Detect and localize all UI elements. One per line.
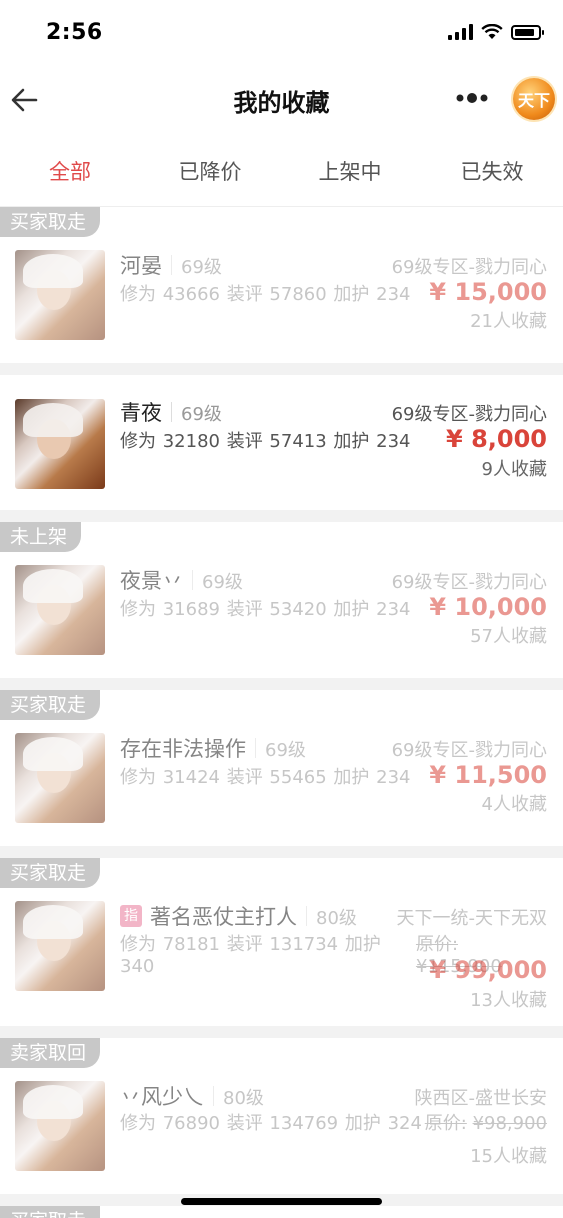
item-stats-row: 修为 76890 装评 134769 加护 324 原价: ¥98,900 <box>120 1109 547 1135</box>
character-avatar <box>15 1081 105 1171</box>
item-title-row: 青夜 69级 69级专区-戮力同心 <box>120 397 547 427</box>
item-title-row: 河晏 69级 69级专区-戮力同心 <box>120 250 547 280</box>
item-stats-row: 修为 31424 装评 55465 加护 234 ¥ 11,500 <box>120 761 547 789</box>
list-item[interactable]: 青夜 69级 69级专区-戮力同心 修为 32180 装评 57413 加护 2… <box>0 375 563 510</box>
status-badge: 未上架 <box>0 522 82 552</box>
price: ¥ 10,000 <box>429 593 547 621</box>
more-menu-icon[interactable] <box>452 84 492 112</box>
price: ¥ 15,000 <box>429 278 547 306</box>
character-avatar <box>15 901 105 991</box>
divider <box>255 738 256 758</box>
character-avatar <box>15 733 105 823</box>
favorite-count: 13人收藏 <box>470 990 547 1011</box>
favorite-count: 9人收藏 <box>481 459 547 480</box>
character-stats: 修为 31689 装评 53420 加护 234 <box>120 599 411 620</box>
character-stats: 修为 32180 装评 57413 加护 234 <box>120 431 411 452</box>
character-avatar <box>15 565 105 655</box>
designated-tag: 指 <box>120 905 142 927</box>
original-price: 原价: ¥98,900 <box>425 1109 547 1135</box>
character-level: 80级 <box>223 1088 264 1109</box>
tab-price-reduced[interactable]: 已降价 <box>150 156 270 186</box>
favorites-list: 买家取走 河晏 69级 69级专区-戮力同心 修为 43666 装评 57860… <box>0 207 563 1218</box>
favorite-count: 21人收藏 <box>470 311 547 332</box>
original-price-label: 原价: <box>424 1113 467 1134</box>
server-name: 69级专区-戮力同心 <box>391 404 547 425</box>
character-name: 青夜 <box>120 401 162 425</box>
item-title-row: 指 著名恶仗主打人 80级 天下一统-天下无双 <box>120 901 547 931</box>
character-name: 著名恶仗主打人 <box>150 905 297 929</box>
divider <box>306 906 307 926</box>
price: ¥ 11,500 <box>429 761 547 789</box>
tab-on-sale[interactable]: 上架中 <box>290 156 410 186</box>
status-badge: 卖家取回 <box>0 1038 101 1068</box>
list-item[interactable]: 买家取走 <box>0 1206 563 1218</box>
app-logo[interactable]: 天下 <box>513 78 555 120</box>
item-fav-row: 57人收藏 <box>120 622 547 648</box>
server-name: 69级专区-戮力同心 <box>391 740 547 761</box>
server-name: 69级专区-戮力同心 <box>391 572 547 593</box>
list-item[interactable]: 卖家取回 丷风少乀 80级 陕西区-盛世长安 修为 76890 装评 13476… <box>0 1038 563 1194</box>
status-badge: 买家取走 <box>0 1206 101 1218</box>
character-name: 存在非法操作 <box>120 737 246 761</box>
item-fav-row: 21人收藏 <box>120 307 547 333</box>
item-stats-row: 修为 31689 装评 53420 加护 234 ¥ 10,000 <box>120 593 547 621</box>
character-avatar <box>15 250 105 340</box>
price: ¥ 99,000 <box>429 956 547 984</box>
item-fav-row: 13人收藏 <box>120 986 547 1012</box>
character-level: 69级 <box>202 572 243 593</box>
list-item[interactable]: 未上架 夜景丷 69级 69级专区-戮力同心 修为 31689 装评 53420… <box>0 522 563 678</box>
favorite-count: 4人收藏 <box>481 794 547 815</box>
favorite-count: 15人收藏 <box>470 1146 547 1167</box>
list-item[interactable]: 买家取走 河晏 69级 69级专区-戮力同心 修为 43666 装评 57860… <box>0 207 563 363</box>
divider <box>213 1086 214 1106</box>
tab-all[interactable]: 全部 <box>10 156 130 186</box>
item-stats-row: 修为 43666 装评 57860 加护 234 ¥ 15,000 <box>120 278 547 306</box>
character-name: 河晏 <box>120 254 162 278</box>
cellular-signal-icon <box>448 24 473 40</box>
character-level: 69级 <box>181 257 222 278</box>
nav-bar: 我的收藏 天下 <box>0 70 563 130</box>
character-name: 丷风少乀 <box>120 1085 204 1109</box>
item-title-row: 存在非法操作 69级 69级专区-戮力同心 <box>120 733 547 763</box>
character-level: 80级 <box>316 908 357 929</box>
item-fav-row: 15人收藏 <box>120 1142 547 1168</box>
original-price-label: 原价: <box>415 934 459 955</box>
item-fav-row: 4人收藏 <box>120 790 547 816</box>
battery-icon <box>511 24 544 40</box>
status-badge: 买家取走 <box>0 207 101 237</box>
item-price-row: ¥ 99,000 <box>120 956 547 984</box>
status-time: 2:56 <box>46 20 103 45</box>
character-level: 69级 <box>265 740 306 761</box>
divider <box>171 402 172 422</box>
wifi-icon <box>481 24 503 39</box>
tab-expired[interactable]: 已失效 <box>432 156 552 186</box>
server-name: 69级专区-戮力同心 <box>391 257 547 278</box>
original-price-value: ¥98,900 <box>472 1113 547 1134</box>
character-stats: 修为 43666 装评 57860 加护 234 <box>120 284 411 305</box>
server-name: 天下一统-天下无双 <box>396 908 548 929</box>
divider <box>171 255 172 275</box>
character-level: 69级 <box>181 404 222 425</box>
price: ¥ 8,000 <box>446 425 547 453</box>
character-stats: 修为 76890 装评 134769 加护 324 <box>120 1113 422 1134</box>
list-item[interactable]: 买家取走 存在非法操作 69级 69级专区-戮力同心 修为 31424 装评 5… <box>0 690 563 846</box>
item-title-row: 丷风少乀 80级 陕西区-盛世长安 <box>120 1081 547 1111</box>
character-avatar <box>15 399 105 489</box>
filter-tabs: 全部 已降价 上架中 已失效 <box>0 130 563 207</box>
list-item[interactable]: 买家取走 指 著名恶仗主打人 80级 天下一统-天下无双 修为 78181 装评… <box>0 858 563 1026</box>
character-stats: 修为 31424 装评 55465 加护 234 <box>120 767 411 788</box>
server-name: 陕西区-盛世长安 <box>414 1088 548 1109</box>
status-badge: 买家取走 <box>0 690 101 720</box>
home-indicator[interactable] <box>181 1198 382 1205</box>
divider <box>192 570 193 590</box>
status-bar: 2:56 <box>0 0 563 70</box>
status-icons <box>448 24 544 40</box>
status-badge: 买家取走 <box>0 858 101 888</box>
item-fav-row: 9人收藏 <box>120 455 547 481</box>
item-stats-row: 修为 32180 装评 57413 加护 234 ¥ 8,000 <box>120 425 547 453</box>
favorite-count: 57人收藏 <box>470 626 547 647</box>
item-title-row: 夜景丷 69级 69级专区-戮力同心 <box>120 565 547 595</box>
character-name: 夜景丷 <box>120 569 183 593</box>
